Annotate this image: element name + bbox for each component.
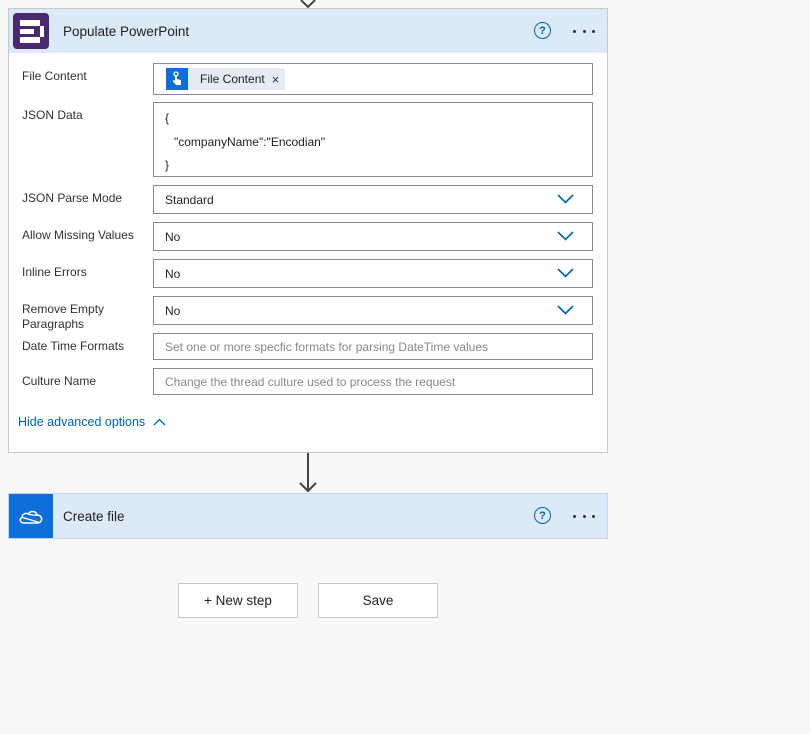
dropdown-value: Standard [165, 193, 214, 207]
field-json-data: JSON Data { "companyName":"Encodian" } [9, 102, 607, 177]
allow-missing-values-dropdown[interactable]: No [153, 222, 593, 251]
remove-empty-paragraphs-dropdown[interactable]: No [153, 296, 593, 325]
field-culture-name: Culture Name Change the thread culture u… [9, 368, 607, 395]
save-button[interactable]: Save [318, 583, 438, 618]
token-label: File Content [200, 72, 265, 86]
field-label: Date Time Formats [22, 339, 125, 353]
json-line: "companyName":"Encodian" [174, 135, 326, 149]
json-data-textarea[interactable]: { "companyName":"Encodian" } [153, 102, 593, 177]
more-options-icon[interactable] [571, 506, 597, 526]
input-placeholder: Set one or more specfic formats for pars… [165, 340, 489, 354]
field-label: File Content [22, 69, 87, 83]
culture-name-input[interactable]: Change the thread culture used to proces… [153, 368, 593, 395]
encodian-logo-icon [9, 9, 53, 53]
help-icon[interactable]: ? [534, 507, 551, 524]
card-title: Populate PowerPoint [63, 23, 190, 39]
field-json-parse-mode: JSON Parse Mode Standard [9, 185, 607, 214]
chevron-up-icon [153, 418, 166, 426]
field-label: Allow Missing Values [22, 228, 134, 242]
help-icon[interactable]: ? [534, 22, 551, 39]
create-file-card[interactable]: Create file ? [8, 493, 608, 539]
hide-advanced-options-link[interactable]: Hide advanced options [18, 415, 166, 429]
populate-powerpoint-card: Populate PowerPoint ? File Content File … [8, 8, 608, 453]
input-placeholder: Change the thread culture used to proces… [165, 375, 456, 389]
dropdown-value: No [165, 230, 181, 244]
field-label: JSON Parse Mode [22, 191, 123, 205]
file-content-input[interactable]: File Content × [153, 63, 593, 95]
new-step-button[interactable]: + New step [178, 583, 298, 618]
remove-token-icon[interactable]: × [272, 72, 280, 87]
dropdown-value: No [165, 304, 181, 318]
connector-arrow [298, 453, 318, 493]
field-label: JSON Data [22, 108, 83, 122]
chevron-down-icon [557, 305, 574, 315]
field-inline-errors: Inline Errors No [9, 259, 607, 288]
card-header[interactable]: Populate PowerPoint ? [9, 9, 607, 53]
onedrive-icon [9, 494, 53, 538]
field-allow-missing-values: Allow Missing Values No [9, 222, 607, 251]
chevron-down-icon [557, 231, 574, 241]
more-options-icon[interactable] [571, 21, 597, 41]
card-header[interactable]: Create file ? [9, 494, 607, 538]
touch-icon [166, 68, 188, 90]
field-label: Inline Errors [22, 265, 87, 279]
field-file-content: File Content File Content × [9, 63, 607, 95]
dynamic-content-token[interactable]: File Content × [166, 68, 286, 90]
json-line: } [165, 158, 170, 172]
field-label: Culture Name [22, 374, 97, 388]
field-label: Remove Empty Paragraphs [22, 302, 105, 331]
date-time-formats-input[interactable]: Set one or more specfic formats for pars… [153, 333, 593, 360]
inline-errors-dropdown[interactable]: No [153, 259, 593, 288]
card-title: Create file [63, 508, 125, 524]
chevron-down-icon [557, 268, 574, 278]
chevron-down-icon [557, 194, 574, 204]
field-date-time-formats: Date Time Formats Set one or more specfi… [9, 333, 607, 360]
json-line: { [165, 111, 170, 125]
json-parse-mode-dropdown[interactable]: Standard [153, 185, 593, 214]
advanced-options-label: Hide advanced options [18, 415, 146, 429]
field-remove-empty-paragraphs: Remove Empty Paragraphs No [9, 296, 607, 331]
dropdown-value: No [165, 267, 181, 281]
